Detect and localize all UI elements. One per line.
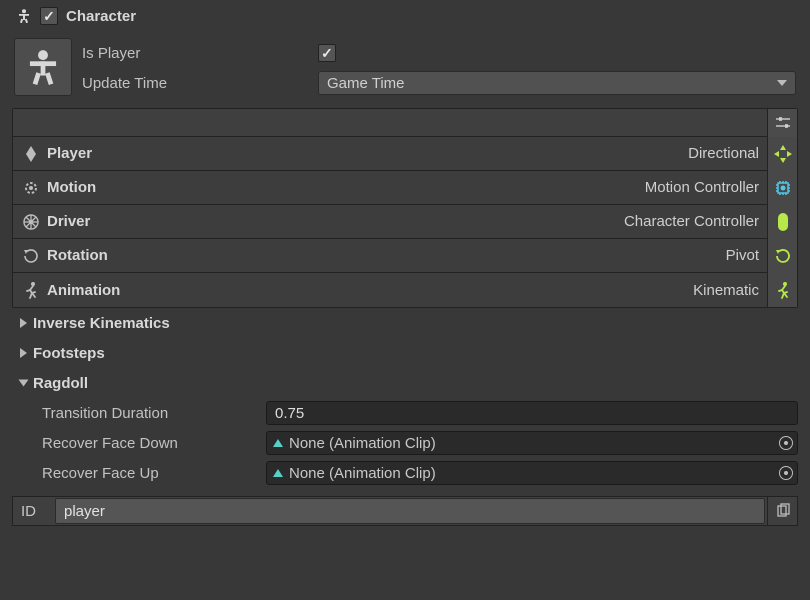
chevron-down-icon	[777, 80, 787, 86]
unit-value: Kinematic	[693, 282, 763, 299]
diamond-icon	[19, 145, 43, 163]
chevron-right-icon	[20, 348, 27, 358]
unit-label: Motion	[47, 179, 96, 196]
units-list: Player Directional Motion Motion Control…	[12, 108, 798, 308]
transition-duration-input[interactable]: 0.75	[266, 401, 798, 425]
component-header[interactable]: Character	[12, 4, 798, 28]
unit-label: Animation	[47, 282, 120, 299]
unit-row-rotation[interactable]: Rotation Pivot	[13, 239, 797, 273]
recover-face-down-label: Recover Face Down	[42, 435, 266, 452]
component-enable-checkbox[interactable]	[40, 7, 58, 25]
unit-row-driver[interactable]: Driver Character Controller	[13, 205, 797, 239]
unit-value: Character Controller	[624, 213, 763, 230]
unit-value: Directional	[688, 145, 763, 162]
run-icon	[19, 281, 43, 299]
person-icon	[16, 8, 32, 24]
animation-clip-icon	[273, 439, 283, 447]
update-time-value: Game Time	[327, 75, 405, 92]
dpad-icon[interactable]	[767, 137, 797, 171]
is-player-checkbox[interactable]	[318, 44, 336, 62]
id-input[interactable]: player	[55, 498, 765, 524]
chevron-right-icon	[20, 318, 27, 328]
foldout-label: Inverse Kinematics	[33, 315, 170, 332]
gear-icon	[19, 179, 43, 197]
recover-face-down-field[interactable]: None (Animation Clip)	[266, 431, 798, 455]
unit-row-motion[interactable]: Motion Motion Controller	[13, 171, 797, 205]
recover-face-up-field[interactable]: None (Animation Clip)	[266, 461, 798, 485]
transition-duration-label: Transition Duration	[42, 405, 266, 422]
component-title: Character	[66, 8, 136, 25]
chevron-down-icon	[19, 380, 29, 387]
settings-sliders-button[interactable]	[767, 109, 797, 137]
wheel-icon	[19, 213, 43, 231]
foldout-label: Footsteps	[33, 345, 105, 362]
rotate-icon	[19, 247, 43, 265]
object-picker-icon[interactable]	[779, 466, 793, 480]
rotate-accent-icon[interactable]	[767, 239, 797, 273]
unit-value: Pivot	[726, 247, 763, 264]
run-accent-icon[interactable]	[767, 273, 797, 307]
unit-label: Rotation	[47, 247, 108, 264]
foldout-label: Ragdoll	[33, 375, 88, 392]
update-time-dropdown[interactable]: Game Time	[318, 71, 796, 95]
animation-clip-icon	[273, 469, 283, 477]
unit-value: Motion Controller	[645, 179, 763, 196]
unit-label: Player	[47, 145, 92, 162]
update-time-label: Update Time	[82, 75, 318, 92]
foldout-inverse-kinematics[interactable]: Inverse Kinematics	[12, 308, 798, 338]
unit-row-player[interactable]: Player Directional	[13, 137, 797, 171]
chip-icon[interactable]	[767, 171, 797, 205]
object-picker-icon[interactable]	[779, 436, 793, 450]
id-row: ID player	[12, 496, 798, 526]
unit-row-animation[interactable]: Animation Kinematic	[13, 273, 797, 307]
copy-button[interactable]	[767, 496, 797, 526]
recover-face-up-label: Recover Face Up	[42, 465, 266, 482]
unit-label: Driver	[47, 213, 90, 230]
capsule-icon[interactable]	[767, 205, 797, 239]
foldout-ragdoll[interactable]: Ragdoll	[12, 368, 798, 398]
foldout-footsteps[interactable]: Footsteps	[12, 338, 798, 368]
id-label: ID	[13, 503, 53, 520]
component-thumbnail[interactable]	[14, 38, 72, 96]
is-player-label: Is Player	[82, 45, 318, 62]
